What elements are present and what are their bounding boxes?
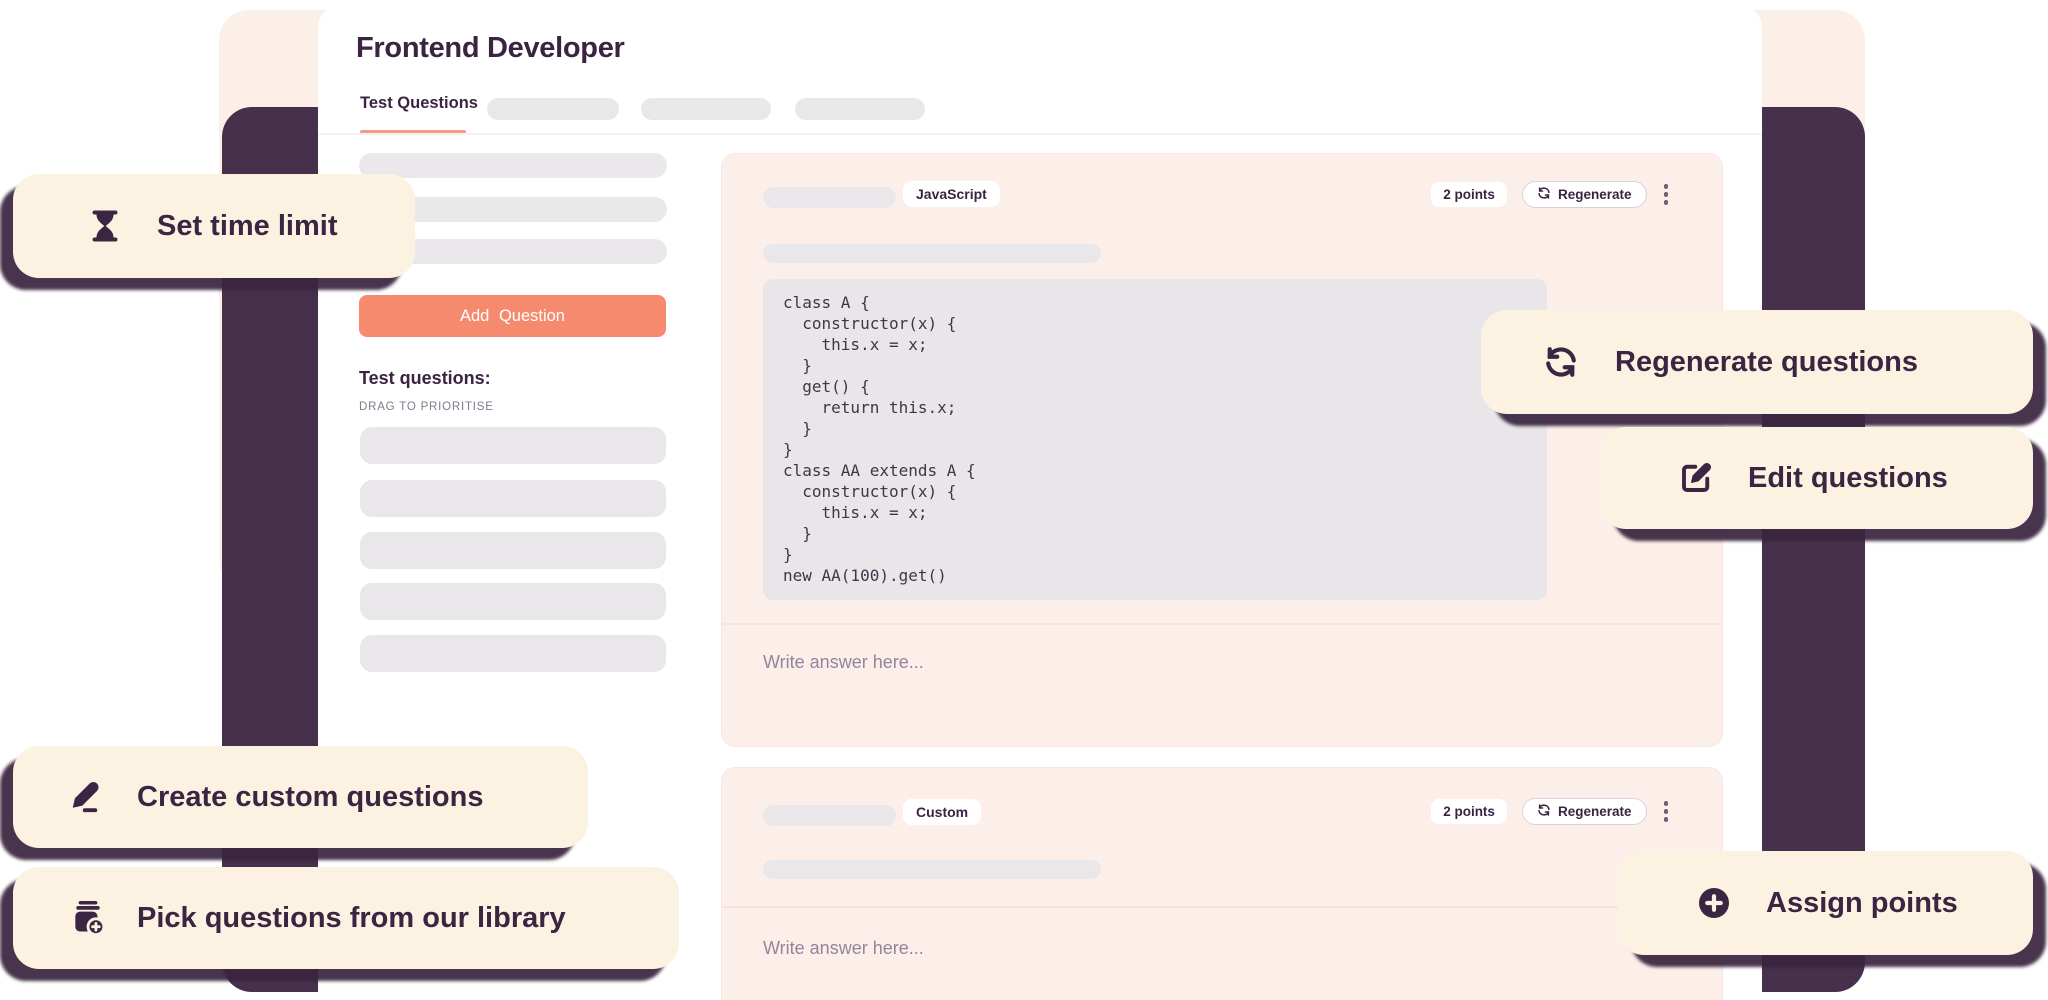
drag-to-prioritise-hint: DRAG TO PRIORITISE <box>359 401 494 413</box>
skeleton-question-text <box>763 860 1101 879</box>
skeleton-pill <box>763 187 896 208</box>
card-divider <box>722 906 1722 908</box>
page-title: Frontend Developer <box>356 32 625 65</box>
question-list-item[interactable] <box>360 583 666 620</box>
tab-test-questions[interactable]: Test Questions <box>360 94 478 113</box>
tabs-divider <box>318 133 1762 135</box>
question-card: Custom 2 points Regenerate Write answer … <box>721 767 1723 1000</box>
regenerate-button[interactable]: Regenerate <box>1522 798 1647 825</box>
pen-icon <box>69 779 105 815</box>
regenerate-label: Regenerate <box>1558 804 1632 819</box>
skeleton-pill <box>359 153 667 178</box>
marketing-screenshot: Frontend Developer Test Questions Add Qu… <box>0 0 2048 1000</box>
question-type-badge: Custom <box>903 799 981 825</box>
refresh-icon <box>1537 803 1551 820</box>
kebab-menu-icon[interactable] <box>1662 799 1671 824</box>
points-badge: 2 points <box>1431 182 1507 207</box>
kebab-menu-icon[interactable] <box>1662 182 1671 207</box>
callout-label: Create custom questions <box>137 781 483 814</box>
refresh-icon <box>1543 344 1579 380</box>
callout-label: Set time limit <box>157 210 338 243</box>
code-snippet: class A { constructor(x) { this.x = x; }… <box>763 279 1547 600</box>
answer-input[interactable]: Write answer here... <box>763 938 924 959</box>
hourglass-icon <box>87 208 123 244</box>
callout-create-custom-questions: Create custom questions <box>13 746 588 848</box>
points-badge: 2 points <box>1431 799 1507 824</box>
add-question-button[interactable]: Add Question <box>359 295 666 337</box>
library-add-icon <box>69 899 107 937</box>
callout-edit-questions: Edit questions <box>1600 427 2033 529</box>
plus-circle-icon <box>1696 885 1732 921</box>
regenerate-label: Regenerate <box>1558 187 1632 202</box>
card-divider <box>722 623 1722 625</box>
callout-set-time-limit: Set time limit <box>13 174 415 278</box>
skeleton-question-text <box>763 244 1101 263</box>
callout-label: Edit questions <box>1748 462 1948 495</box>
question-list-item[interactable] <box>360 480 666 517</box>
answer-input[interactable]: Write answer here... <box>763 652 924 673</box>
callout-label: Regenerate questions <box>1615 346 1918 379</box>
callout-assign-points: Assign points <box>1618 851 2033 955</box>
question-list-item[interactable] <box>360 532 666 569</box>
tab-skeleton[interactable] <box>641 98 771 120</box>
tab-skeleton[interactable] <box>487 98 619 120</box>
callout-label: Assign points <box>1766 887 1958 920</box>
skeleton-pill <box>763 805 896 826</box>
app-window: Frontend Developer Test Questions Add Qu… <box>318 4 1762 1000</box>
question-list-item[interactable] <box>360 427 666 464</box>
question-list-item[interactable] <box>360 635 666 672</box>
regenerate-button[interactable]: Regenerate <box>1522 181 1647 208</box>
callout-label: Pick questions from our library <box>137 902 566 935</box>
callout-regenerate-questions: Regenerate questions <box>1481 310 2033 414</box>
edit-square-icon <box>1678 460 1714 496</box>
test-questions-heading: Test questions: <box>359 368 491 389</box>
question-card: JavaScript 2 points Regenerate class A {… <box>721 153 1723 747</box>
refresh-icon <box>1537 186 1551 203</box>
tab-skeleton[interactable] <box>795 98 925 120</box>
question-type-badge: JavaScript <box>903 181 1000 207</box>
callout-pick-questions-library: Pick questions from our library <box>13 867 679 969</box>
